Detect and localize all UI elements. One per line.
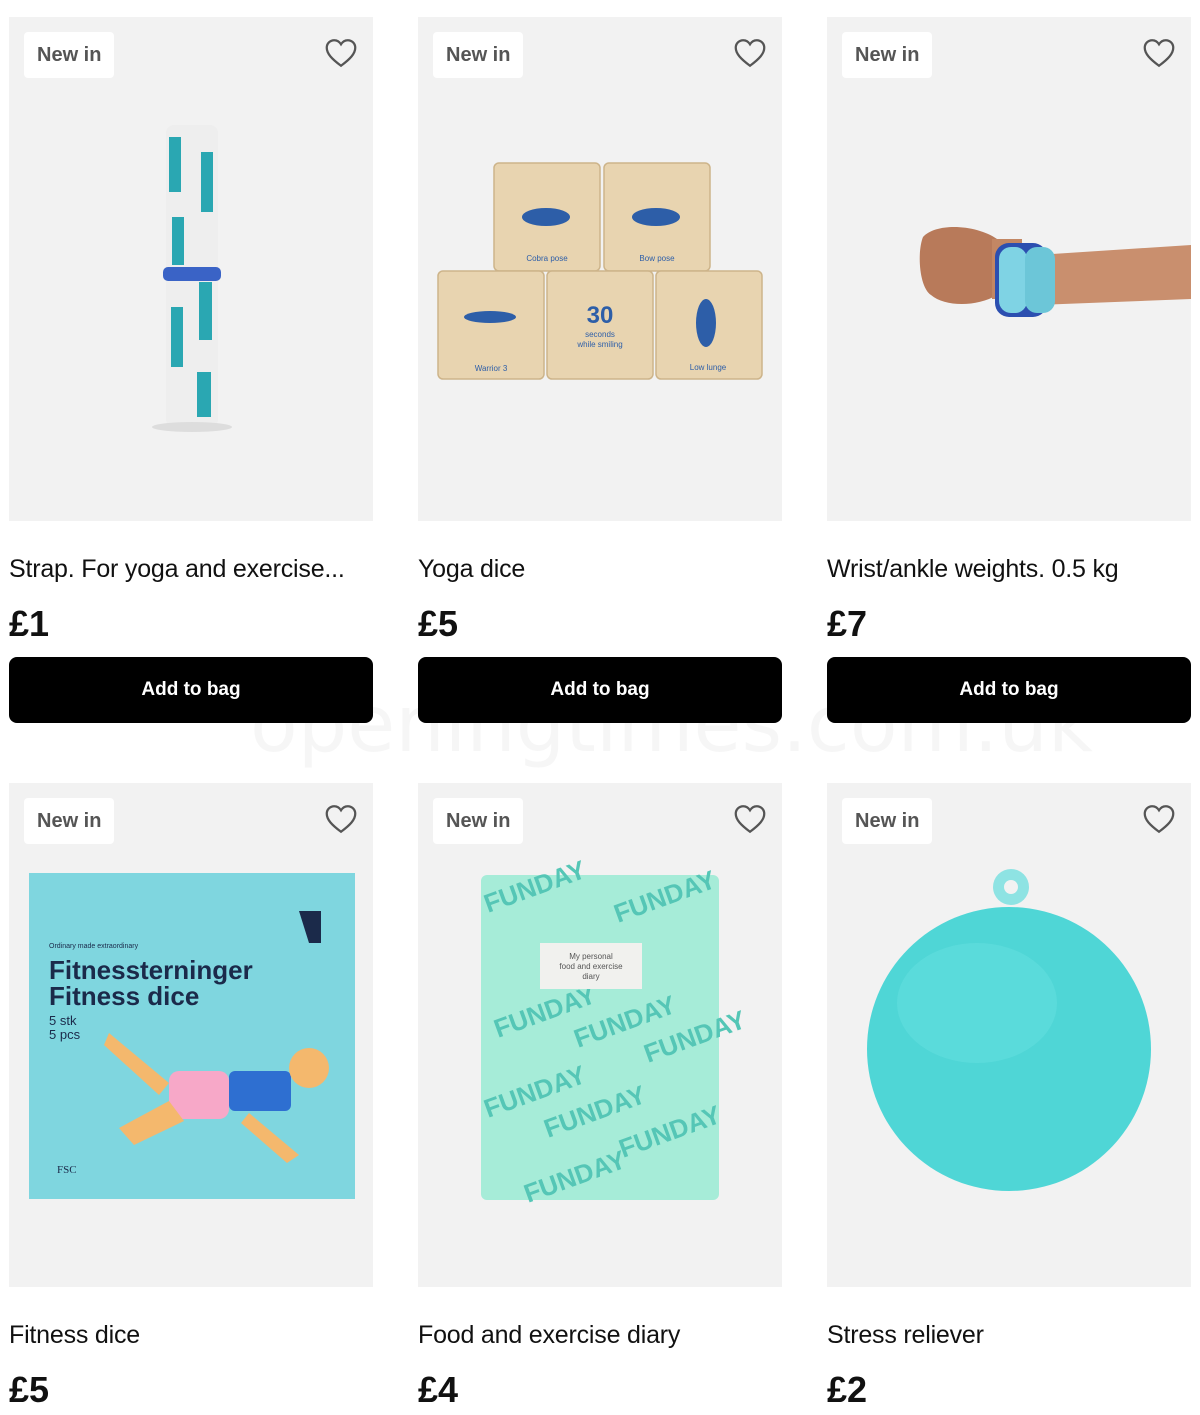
add-to-bag-button[interactable]: Add to bag [827, 657, 1191, 723]
wrist-weights-image [919, 227, 1191, 317]
box-tagline: Ordinary made extraordinary [49, 943, 139, 950]
box-qty: 5 stk [49, 1013, 77, 1028]
add-to-bag-button[interactable]: Add to bag [418, 657, 782, 723]
die-label: Warrior 3 [475, 364, 508, 373]
heart-outline-icon[interactable] [323, 801, 359, 837]
new-in-badge: New in [433, 798, 524, 844]
product-image-tile[interactable]: Cobra pose Bow pose Warrior 3 30 seconds… [418, 17, 782, 521]
product-image-tile[interactable]: New in [827, 17, 1191, 521]
diary-label: My personal [569, 952, 613, 961]
heart-outline-icon[interactable] [732, 801, 768, 837]
new-in-badge: New in [842, 32, 933, 78]
heart-outline-icon[interactable] [732, 35, 768, 71]
die-label: while smiling [576, 340, 622, 349]
product-price: £1 [9, 603, 50, 644]
die-label: seconds [585, 330, 615, 339]
die-label: Cobra pose [526, 254, 568, 263]
product-title[interactable]: Wrist/ankle weights. 0.5 kg [827, 555, 1191, 584]
stress-ball-image [867, 869, 1151, 1191]
rolled-strap-image [152, 125, 232, 432]
new-in-badge: New in [24, 32, 115, 78]
product-grid: New in Strap. For yoga and exercise... £… [0, 0, 1200, 1415]
product-image-tile[interactable]: Ordinary made extraordinary Fitnessterni… [9, 783, 373, 1287]
box-qty: 5 pcs [49, 1027, 81, 1042]
fitness-dice-box-image: Ordinary made extraordinary Fitnessterni… [29, 873, 355, 1199]
product-title[interactable]: Food and exercise diary [418, 1321, 782, 1350]
diary-label: diary [582, 972, 599, 981]
new-in-badge: New in [842, 798, 933, 844]
product-price: £5 [418, 603, 459, 644]
product-price: £7 [827, 603, 868, 644]
die-label: Low lunge [690, 363, 727, 372]
yoga-dice-image: Cobra pose Bow pose Warrior 3 30 seconds… [437, 162, 763, 380]
product-price: £5 [9, 1369, 50, 1410]
product-image-tile[interactable]: New in [9, 17, 373, 521]
die-label: Bow pose [639, 254, 675, 263]
diary-image: FUNDAY FUNDAY FUNDAY FUNDAY FUNDAY FUNDA… [480, 854, 750, 1208]
heart-outline-icon[interactable] [1141, 35, 1177, 71]
product-image-tile[interactable]: FUNDAY FUNDAY FUNDAY FUNDAY FUNDAY FUNDA… [418, 783, 782, 1287]
heart-outline-icon[interactable] [323, 35, 359, 71]
product-title[interactable]: Strap. For yoga and exercise... [9, 555, 373, 584]
heart-outline-icon[interactable] [1141, 801, 1177, 837]
product-title[interactable]: Yoga dice [418, 555, 782, 584]
add-to-bag-button[interactable]: Add to bag [9, 657, 373, 723]
product-title[interactable]: Fitness dice [9, 1321, 373, 1350]
product-price: £4 [418, 1369, 459, 1410]
product-price: £2 [827, 1369, 868, 1410]
fsc-label: FSC [57, 1164, 77, 1176]
product-image-tile[interactable]: New in [827, 783, 1191, 1287]
new-in-badge: New in [433, 32, 524, 78]
diary-label: food and exercise [559, 962, 623, 971]
die-number: 30 [587, 302, 614, 329]
box-subtitle: Fitness dice [49, 981, 199, 1011]
product-title[interactable]: Stress reliever [827, 1321, 1191, 1350]
new-in-badge: New in [24, 798, 115, 844]
